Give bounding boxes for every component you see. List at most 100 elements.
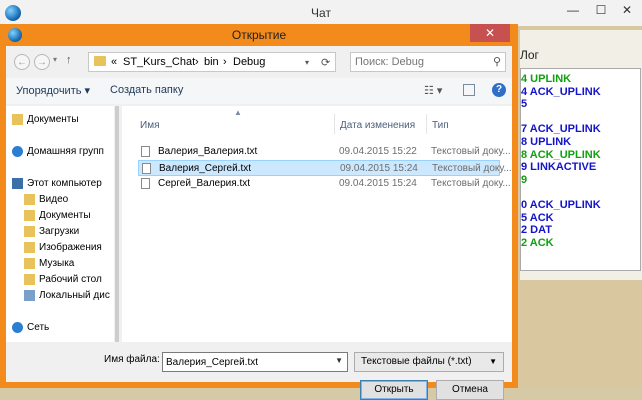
file-type: Текстовый доку... bbox=[431, 146, 511, 157]
text-file-icon bbox=[141, 178, 150, 189]
filename-input[interactable] bbox=[166, 355, 316, 369]
file-row[interactable]: Валерия_Валерия.txt 09.04.2015 15:22 Текст… bbox=[138, 144, 511, 160]
breadcrumb-st-kurs-chat[interactable]: ST_Kurs_Chat bbox=[123, 56, 195, 68]
nav-item-label: Домашняя групп bbox=[27, 146, 104, 157]
file-date: 09.04.2015 15:22 bbox=[339, 146, 417, 157]
close-button[interactable]: ✕ bbox=[614, 0, 640, 20]
chevron-down-icon[interactable]: ▼ bbox=[335, 356, 343, 365]
dialog-title: Открытие bbox=[231, 28, 287, 42]
log-line: 0 ACK_UPLINK bbox=[521, 199, 601, 211]
nav-item-label: Этот компьютер bbox=[27, 178, 102, 189]
column-divider[interactable] bbox=[334, 114, 335, 134]
main-title-bar: Чат — ☐ ✕ bbox=[0, 0, 642, 27]
view-options-icon[interactable]: ☷ ▾ bbox=[424, 84, 442, 97]
log-line: 4 UPLINK bbox=[521, 73, 572, 85]
log-line: 4 ACK_UPLINK bbox=[521, 85, 601, 98]
toolbar: Упорядочить ▾ Создать папку ☷ ▾ ? bbox=[6, 78, 512, 104]
file-type: Текстовый доку... bbox=[431, 178, 511, 189]
file-date: 09.04.2015 15:24 bbox=[339, 178, 417, 189]
log-line: 8 UPLINK bbox=[521, 136, 572, 148]
nav-item[interactable]: Сеть bbox=[6, 320, 114, 336]
log-line: 5 ACK bbox=[521, 211, 554, 224]
file-list[interactable]: ▲ Имя Дата изменения Тип Валерия_Валерия… bbox=[122, 106, 512, 342]
filetype-select[interactable]: Текстовые файлы (*.txt) ▼ bbox=[354, 352, 504, 372]
column-header-date[interactable]: Дата изменения bbox=[340, 120, 415, 131]
file-row[interactable]: Сергей_Валерия.txt 09.04.2015 15:24 Тексто… bbox=[138, 176, 511, 192]
nav-item[interactable]: Документы bbox=[6, 208, 114, 224]
nav-item-label: Рабочий стол bbox=[39, 274, 102, 285]
chevron-down-icon[interactable]: ▼ bbox=[489, 357, 497, 366]
log-line: 5 bbox=[521, 98, 528, 111]
folder-icon bbox=[94, 56, 106, 66]
preview-pane-icon[interactable] bbox=[463, 84, 475, 96]
nav-item[interactable]: Документы bbox=[6, 112, 114, 128]
sort-ascending-icon: ▲ bbox=[234, 108, 242, 117]
nav-item-label: Музыка bbox=[39, 258, 75, 269]
network-icon bbox=[12, 322, 23, 333]
column-divider[interactable] bbox=[426, 114, 427, 134]
back-button[interactable]: ← bbox=[14, 54, 30, 70]
cancel-button[interactable]: Отмена bbox=[436, 380, 504, 400]
recent-locations-icon[interactable]: ▾ bbox=[53, 55, 57, 64]
column-header-name[interactable]: Имя bbox=[140, 120, 159, 131]
breadcrumb-bin[interactable]: bin bbox=[204, 56, 219, 68]
folder-icon bbox=[12, 114, 23, 125]
file-date: 09.04.2015 15:24 bbox=[340, 163, 418, 174]
log-label: Лог bbox=[520, 48, 539, 62]
nav-item[interactable]: Рабочий стол bbox=[6, 272, 114, 288]
dialog-body: ← → ▾ ↑ « ST_Kurs_Chat › bin › Debug ▾ ⟳… bbox=[6, 46, 512, 400]
refresh-icon[interactable]: ⟳ bbox=[321, 56, 330, 69]
file-name: Валерия_Сергей.txt bbox=[159, 163, 252, 174]
log-line: 8 ACK_UPLINK bbox=[521, 148, 601, 161]
file-name: Валерия_Валерия.txt bbox=[158, 146, 258, 157]
breadcrumb-overflow[interactable]: « bbox=[111, 56, 117, 68]
open-file-dialog: Открытие ✕ ← → ▾ ↑ « ST_Kurs_Chat › bin … bbox=[0, 24, 518, 400]
dialog-footer: Имя файла: ▼ Текстовые файлы (*.txt) ▼ bbox=[6, 344, 512, 382]
breadcrumb-separator[interactable]: › bbox=[223, 56, 227, 68]
file-name: Сергей_Валерия.txt bbox=[158, 178, 251, 189]
search-icon: ⚲ bbox=[492, 56, 501, 68]
file-row[interactable]: Валерия_Сергей.txt 09.04.2015 15:24 Тексто… bbox=[138, 160, 512, 176]
breadcrumb-debug[interactable]: Debug bbox=[233, 56, 265, 68]
minimize-button[interactable]: — bbox=[560, 0, 586, 20]
nav-item[interactable]: Музыка bbox=[6, 256, 114, 272]
folder-icon bbox=[24, 210, 35, 221]
maximize-button[interactable]: ☐ bbox=[588, 0, 614, 20]
address-dropdown-icon[interactable]: ▾ bbox=[305, 58, 309, 67]
nav-item[interactable]: Локальный дис bbox=[6, 288, 114, 304]
navigation-pane[interactable]: Документы Домашняя групп Этот компьютер Вид… bbox=[6, 106, 114, 342]
nav-item[interactable]: Домашняя групп bbox=[6, 144, 114, 160]
new-folder-button[interactable]: Создать папку bbox=[110, 84, 183, 96]
nav-item-label: Документы bbox=[39, 210, 91, 221]
forward-button[interactable]: → bbox=[34, 54, 50, 70]
text-file-icon bbox=[141, 146, 150, 157]
file-type: Текстовый доку... bbox=[432, 163, 512, 174]
folder-icon bbox=[24, 258, 35, 269]
open-button[interactable]: Открыть bbox=[360, 380, 428, 400]
nav-item[interactable]: Видео bbox=[6, 192, 114, 208]
dialog-title-bar: Открытие ✕ bbox=[0, 24, 518, 46]
nav-item[interactable]: Изображения bbox=[6, 240, 114, 256]
breadcrumb-separator[interactable]: › bbox=[195, 56, 199, 68]
search-box[interactable]: ⚲ bbox=[350, 52, 506, 72]
navigation-scrollbar[interactable] bbox=[114, 106, 120, 342]
address-bar[interactable]: « ST_Kurs_Chat › bin › Debug ▾ ⟳ bbox=[88, 52, 336, 72]
folder-icon bbox=[24, 194, 35, 205]
nav-item[interactable]: Этот компьютер bbox=[6, 176, 114, 192]
organize-button[interactable]: Упорядочить ▾ bbox=[16, 84, 90, 97]
log-line: 9 bbox=[521, 173, 528, 186]
column-header-type[interactable]: Тип bbox=[432, 120, 449, 131]
log-listbox[interactable]: 4 UPLINK 4 ACK_UPLINK 5 7 ACK_UPLINK 8 UPLIN… bbox=[520, 68, 641, 271]
search-input[interactable] bbox=[355, 55, 483, 69]
filename-combobox[interactable]: ▼ bbox=[162, 352, 348, 372]
log-line: 7 ACK_UPLINK bbox=[521, 123, 601, 136]
help-icon[interactable]: ? bbox=[492, 83, 506, 97]
scrollbar-thumb[interactable] bbox=[115, 106, 119, 342]
folder-icon bbox=[24, 242, 35, 253]
up-button[interactable]: ↑ bbox=[66, 54, 72, 66]
nav-item-label: Документы bbox=[27, 114, 79, 125]
log-line: 2 ACK bbox=[521, 236, 554, 249]
nav-item-label: Загрузки bbox=[39, 226, 80, 237]
nav-item[interactable]: Загрузки bbox=[6, 224, 114, 240]
dialog-close-button[interactable]: ✕ bbox=[470, 24, 510, 42]
